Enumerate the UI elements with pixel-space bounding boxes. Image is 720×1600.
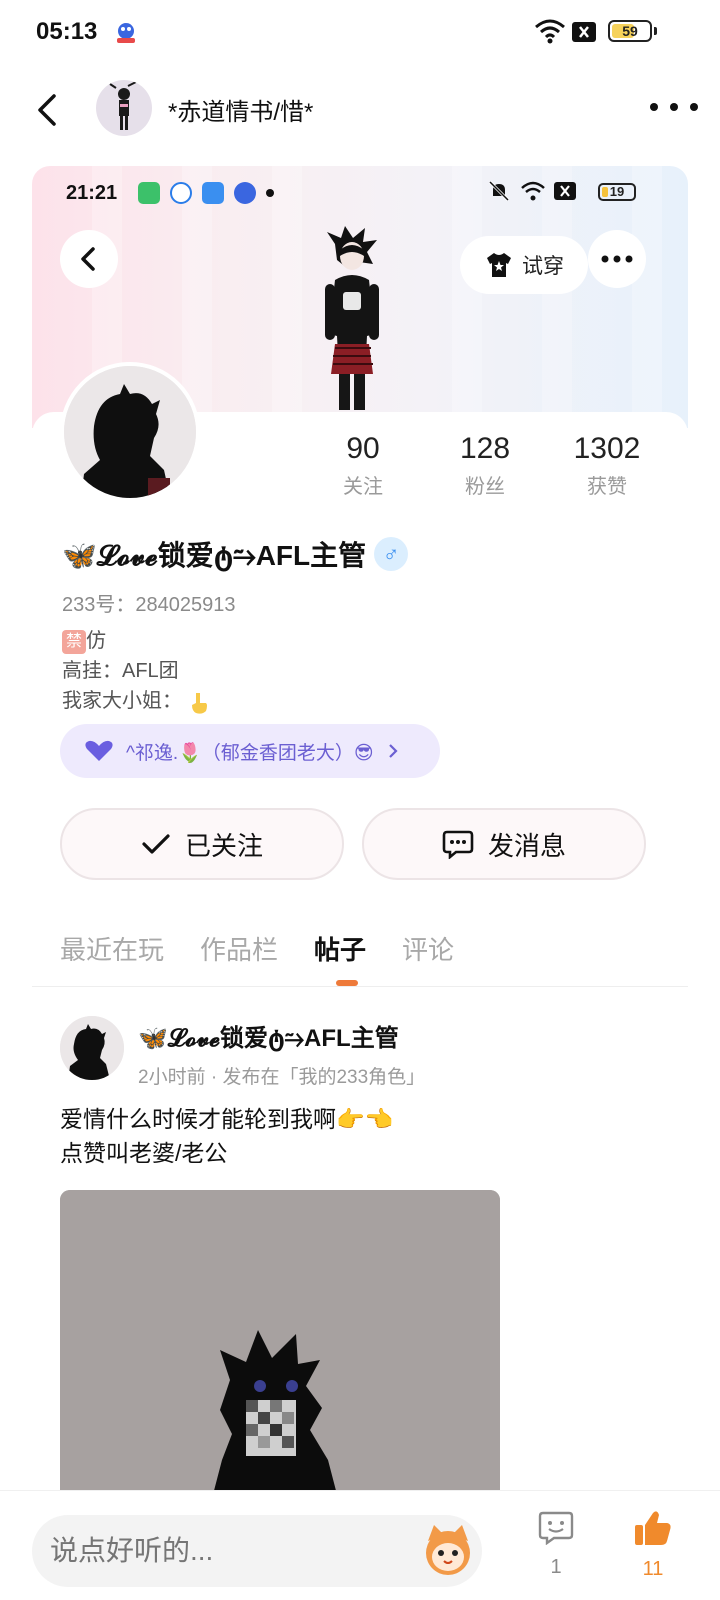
post-author-avatar[interactable] <box>60 1016 124 1080</box>
more-dots-icon <box>650 103 698 111</box>
post-line-2: 点赞叫老婆/老公 <box>60 1140 228 1166</box>
likes-label: 获赞 <box>587 476 627 498</box>
back-button[interactable] <box>30 88 70 132</box>
send-message-button[interactable]: 发消息 <box>362 808 646 880</box>
stat-followers[interactable]: 128 粉丝 <box>430 432 540 499</box>
battery-icon: 59 <box>608 20 652 42</box>
bio-line-3: 我家大小姐： <box>62 686 210 716</box>
chat-title: *赤道情书/惜* <box>168 99 314 126</box>
battery-tip <box>654 27 657 35</box>
mascot-emoji-button[interactable] <box>420 1521 476 1577</box>
tab-works[interactable]: 作品栏 <box>200 930 278 967</box>
following-button-label: 已关注 <box>184 830 263 861</box>
post-line-1: 爱情什么时候才能轮到我啊👉👈 <box>60 1106 394 1132</box>
likes-count: 1302 <box>573 432 641 465</box>
try-on-button[interactable]: 试穿 <box>460 236 588 294</box>
wifi-icon <box>534 18 566 49</box>
baidu-app-icon <box>114 20 138 44</box>
ban-tag-icon: 禁 <box>62 629 86 654</box>
bio-line-2: 高挂：AFL团 <box>62 660 179 682</box>
gender-male-icon: ♂ <box>374 537 409 571</box>
header-avatar[interactable] <box>96 80 152 136</box>
banner-stripe <box>272 166 302 428</box>
inner-battery-level: 19 <box>609 184 625 199</box>
followers-label: 粉丝 <box>465 476 505 498</box>
like-count: 11 <box>642 1558 664 1580</box>
post-meta: 2小时前 · 发布在「我的233角色」 <box>138 1067 426 1088</box>
chevron-left-icon <box>81 247 95 271</box>
comment-bar: 1 11 <box>0 1490 720 1600</box>
tab-recently-played[interactable]: 最近在玩 <box>60 930 164 967</box>
back-arrow-icon <box>38 94 56 126</box>
checkmark-icon <box>142 834 170 854</box>
tab-posts[interactable]: 帖子 <box>314 930 366 967</box>
thumbs-up-icon <box>635 1511 671 1545</box>
user-id: 233号：284025913 <box>62 594 236 616</box>
inner-wifi-icon <box>520 180 546 207</box>
following-label: 关注 <box>343 476 383 498</box>
inner-more-button[interactable] <box>588 230 646 288</box>
bio-line-1-text: 仿 <box>86 630 106 652</box>
battery-level: 59 <box>622 23 638 39</box>
more-options-button[interactable] <box>646 92 702 122</box>
status-time: 05:13 <box>36 18 98 45</box>
shared-profile-screenshot[interactable]: 21:21 19 试穿 90 关注 128 粉丝 1302 获赞 🦋𝓛𝓸𝓿𝓮锁爱… <box>32 166 688 1506</box>
guild-name: ^祁逸.🌷（郁金香团老大）😎 <box>126 742 374 764</box>
smiley-comment-icon <box>538 1511 574 1546</box>
profile-bio: 禁仿 高挂：AFL团 我家大小姐： <box>62 626 210 716</box>
comment-count: 1 <box>550 1556 562 1578</box>
inner-battery-icon: 19 <box>598 183 636 201</box>
x-icon <box>572 22 596 47</box>
comment-count-button[interactable]: 1 <box>534 1509 578 1589</box>
inner-back-button[interactable] <box>60 230 118 288</box>
comment-input[interactable] <box>32 1515 482 1587</box>
banner-stripe <box>452 166 482 428</box>
post-body: 爱情什么时候才能轮到我啊👉👈 点赞叫老婆/老公 <box>60 1102 393 1170</box>
profile-nickname: 🦋𝓛𝓸𝓿𝓮锁爱ტ⥲AFL主管 <box>62 540 367 571</box>
inner-status-icons <box>138 182 274 204</box>
avatar-character-image <box>307 224 397 414</box>
chevron-right-icon <box>388 744 398 758</box>
dot-icon <box>266 189 274 197</box>
send-message-label: 发消息 <box>487 830 566 861</box>
inner-mute-icon <box>488 180 510 207</box>
tabs-divider <box>32 986 688 987</box>
android-app-icon <box>138 182 160 204</box>
pointing-down-hand-icon <box>188 691 210 714</box>
status-bar: 05:13 59 <box>0 0 720 66</box>
try-on-label: 试穿 <box>522 255 564 278</box>
baidu-app-icon <box>234 182 256 204</box>
inner-status-time: 21:21 <box>66 182 118 204</box>
blue-app-icon <box>202 182 224 204</box>
stat-following[interactable]: 90 关注 <box>308 432 418 499</box>
chat-header: *赤道情书/惜* <box>0 66 720 156</box>
banner-stripe <box>182 166 212 428</box>
more-dots-icon <box>601 255 633 263</box>
stat-likes[interactable]: 1302 获赞 <box>552 432 662 499</box>
profile-avatar[interactable] <box>60 362 200 502</box>
banner-stripe <box>542 166 572 428</box>
qq-browser-icon <box>170 182 192 204</box>
like-button[interactable]: 11 <box>628 1509 678 1589</box>
banner-stripe <box>632 166 662 428</box>
bio-line-1: 禁仿 <box>62 626 210 656</box>
tshirt-icon <box>487 253 511 277</box>
tab-comments[interactable]: 评论 <box>402 930 454 967</box>
guild-pill[interactable]: ^祁逸.🌷（郁金香团老大）😎 <box>60 724 440 778</box>
bio-line-3-text: 我家大小姐： <box>62 690 182 712</box>
message-bubble-icon <box>442 830 474 859</box>
followers-count: 128 <box>459 432 511 465</box>
post-image[interactable] <box>60 1190 500 1506</box>
post-author-name[interactable]: 🦋𝓛𝓸𝓿𝓮锁爱ტ⥲AFL主管 <box>138 1018 399 1053</box>
inner-x-icon <box>554 182 576 205</box>
profile-tabs: 最近在玩 作品栏 帖子 评论 <box>60 930 454 967</box>
nickname-row: 🦋𝓛𝓸𝓿𝓮锁爱ტ⥲AFL主管 ♂ <box>62 534 409 574</box>
purple-hearts-icon <box>85 740 113 761</box>
following-button[interactable]: 已关注 <box>60 808 344 880</box>
following-count: 90 <box>346 432 380 465</box>
